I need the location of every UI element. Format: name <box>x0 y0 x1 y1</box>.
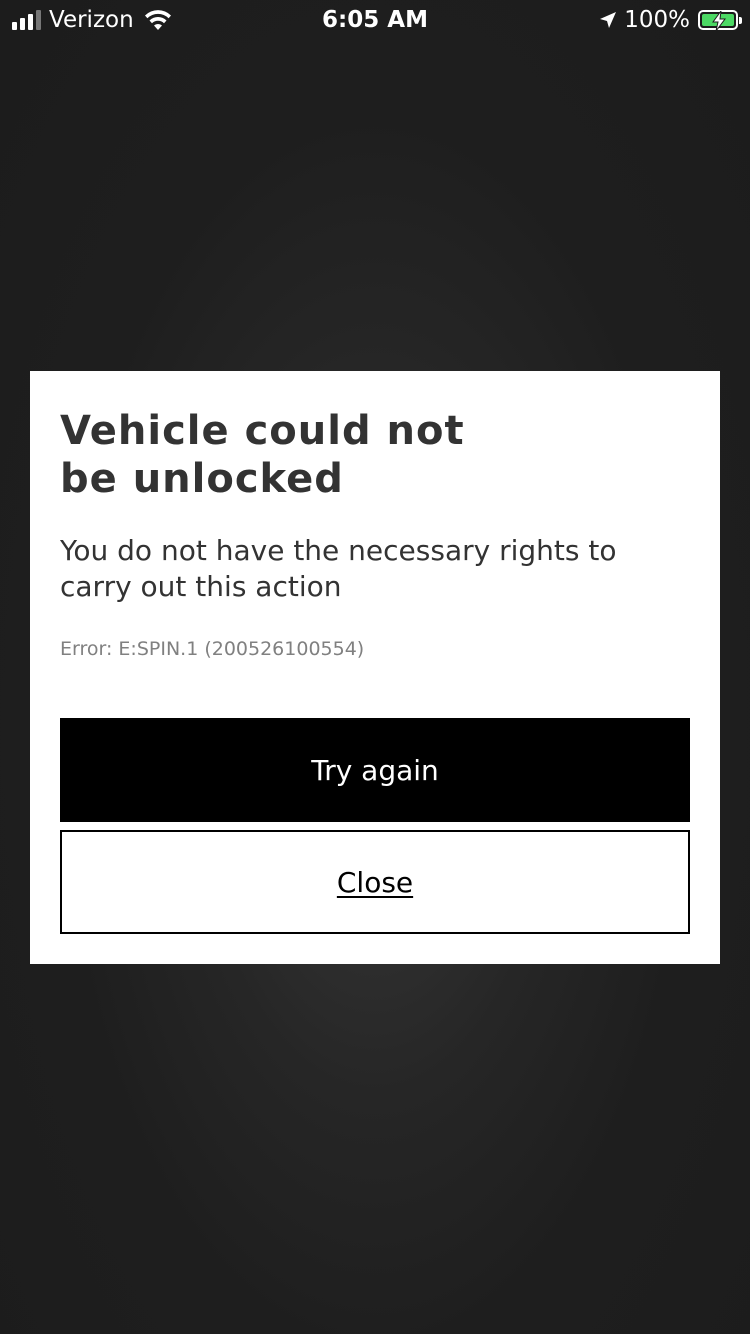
battery-percent: 100% <box>624 7 690 33</box>
status-bar: Verizon 6:05 AM 100% <box>0 0 750 40</box>
location-arrow-icon <box>600 12 617 28</box>
error-code: Error: E:SPIN.1 (200526100554) <box>60 638 365 660</box>
error-dialog: Vehicle could not be unlocked You do not… <box>30 371 720 964</box>
close-button[interactable]: Close <box>60 830 690 934</box>
dialog-title: Vehicle could not be unlocked <box>60 408 465 502</box>
battery-icon <box>698 10 742 31</box>
dialog-message: You do not have the necessary rights to … <box>60 534 617 603</box>
app-screen: Verizon 6:05 AM 100% Vehicle could not b… <box>0 0 750 1334</box>
charging-bolt-icon <box>712 11 726 31</box>
try-again-button[interactable]: Try again <box>60 718 690 822</box>
status-right: 100% <box>598 6 742 34</box>
